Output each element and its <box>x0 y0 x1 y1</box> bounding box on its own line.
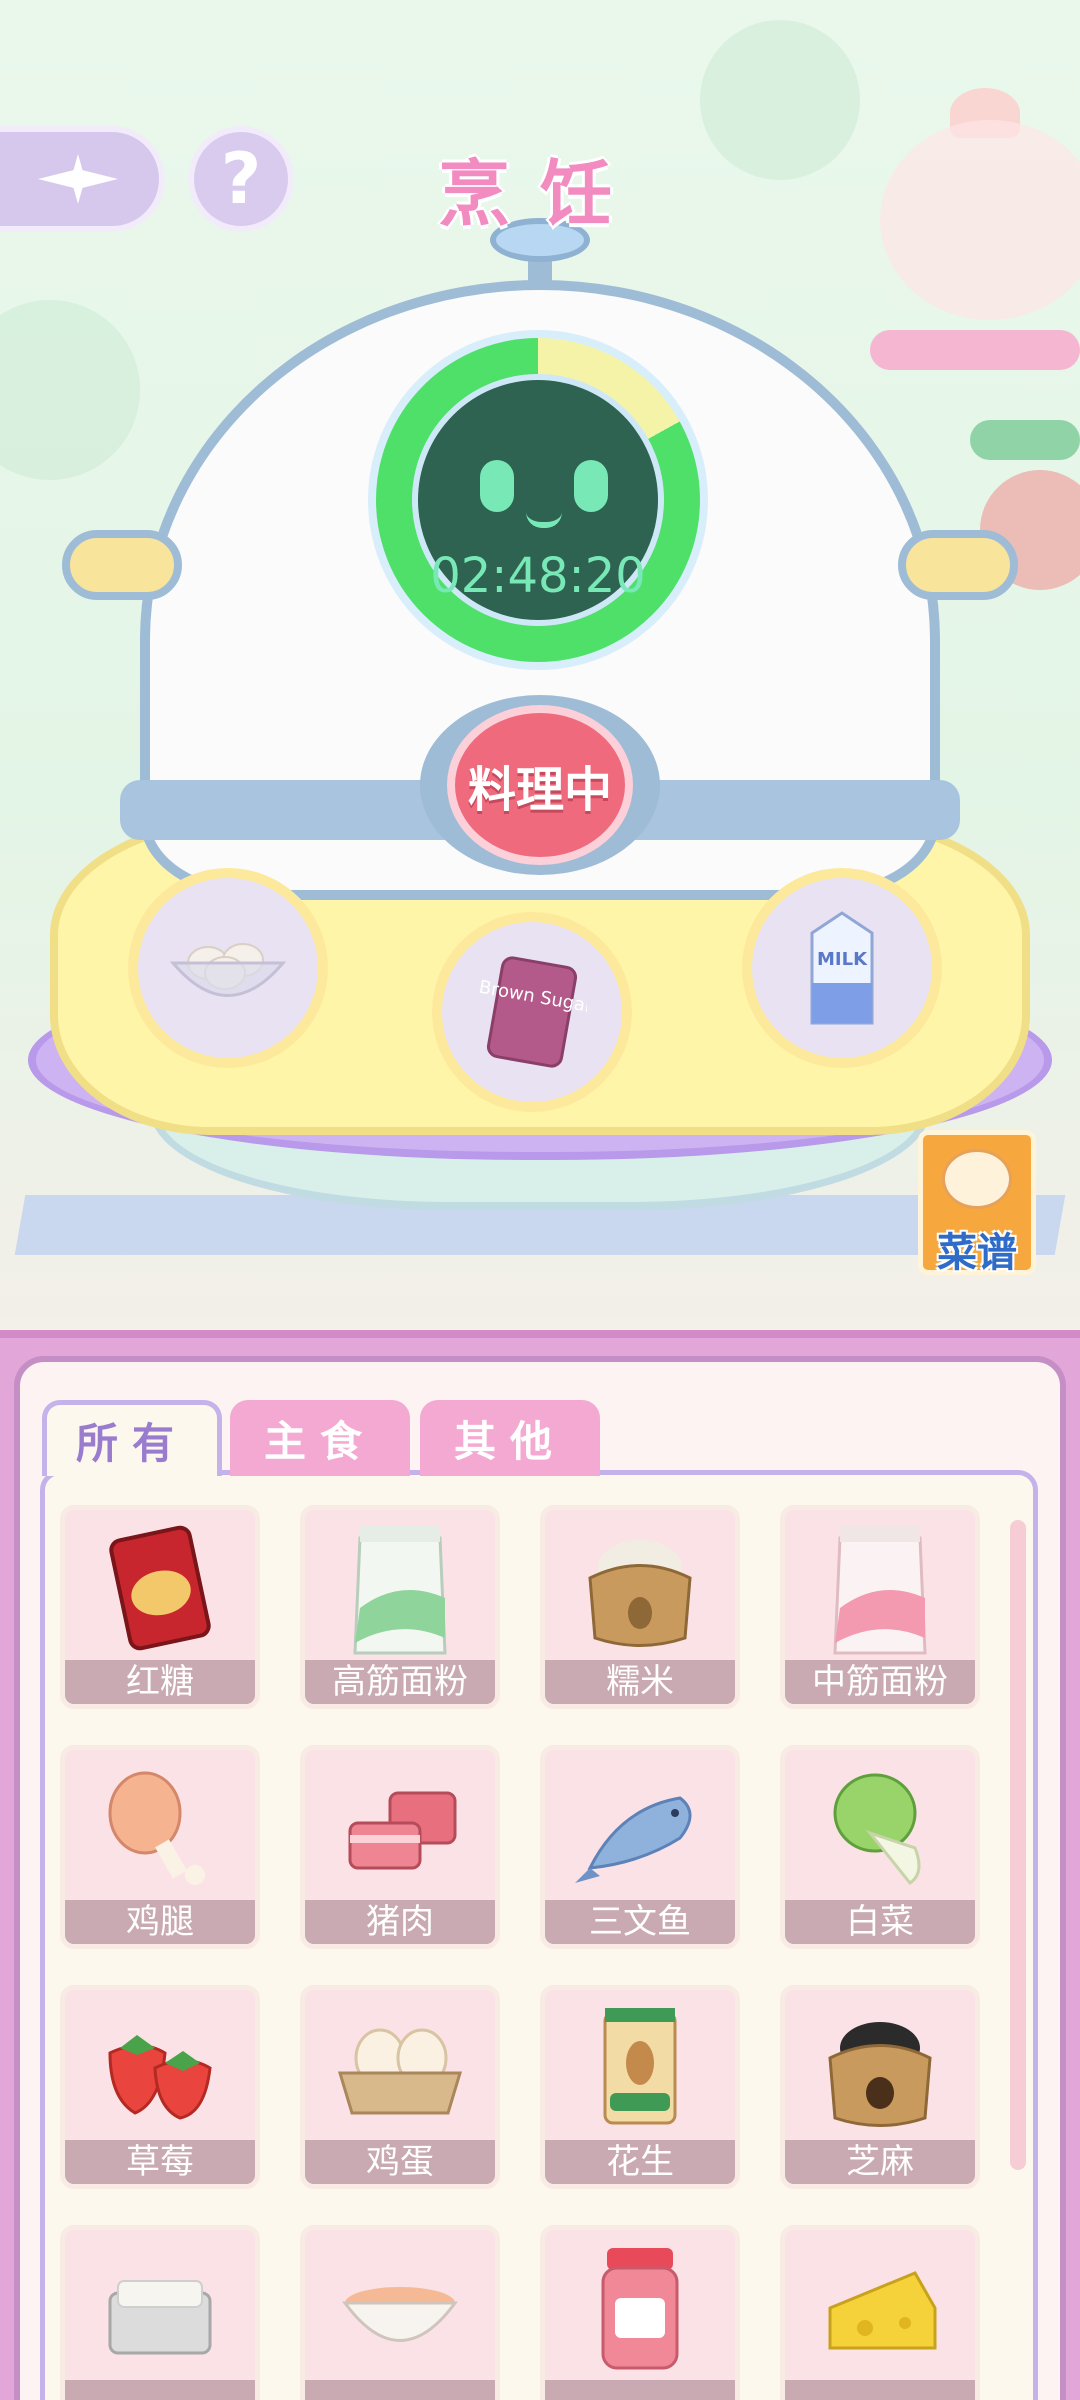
timer-text: 02:48:20 <box>430 548 646 604</box>
ingredient-label: 花生 <box>545 2140 735 2184</box>
ingredient-item[interactable]: 花生 <box>540 1985 740 2189</box>
ingredient-item[interactable]: 鸡蛋 <box>300 1985 500 2189</box>
ingredient-label: 糯米 <box>545 1660 735 1704</box>
ingredient-label <box>785 2380 975 2400</box>
ingredient-item[interactable]: 猪肉 <box>300 1745 500 1949</box>
tab-all[interactable]: 所有 <box>42 1400 222 1476</box>
page-title: 烹饪 <box>437 152 642 236</box>
tofu-icon <box>90 2238 230 2378</box>
tab-staple[interactable]: 主食 <box>230 1400 410 1476</box>
ingredient-slot-3[interactable]: MILK <box>742 868 942 1068</box>
cook-button[interactable]: 料理中 <box>447 705 633 865</box>
ingredient-label: 鸡腿 <box>65 1900 255 1944</box>
milk-text: MILK <box>817 949 868 970</box>
face-eye-left <box>480 460 514 512</box>
ingredient-label <box>545 2380 735 2400</box>
ingredient-slot-2[interactable]: Brown Sugar <box>432 912 632 1112</box>
peanut-icon <box>570 1998 710 2138</box>
recipe-book-label: 菜谱 <box>937 1230 1017 1276</box>
brown-sugar-icon <box>90 1518 230 1658</box>
brown-sugar-bag-icon: Brown Sugar <box>477 956 587 1068</box>
ingredient-label: 猪肉 <box>305 1900 495 1944</box>
inventory-scrollbar[interactable] <box>1010 1520 1026 2170</box>
bg-flower <box>0 300 140 480</box>
sesame-icon <box>810 1998 950 2138</box>
ingredient-item[interactable]: 红糖 <box>60 1505 260 1709</box>
ingredient-label: 红糖 <box>65 1660 255 1704</box>
drumstick-icon <box>90 1758 230 1898</box>
ingredient-item[interactable]: 三文鱼 <box>540 1745 740 1949</box>
cook-button-housing: 料理中 <box>420 695 660 875</box>
shelf-decoration <box>870 330 1080 370</box>
ingredient-label: 芝麻 <box>785 2140 975 2184</box>
machine-handle-right <box>898 530 1018 600</box>
cheese-icon <box>810 2238 950 2378</box>
ingredient-item[interactable]: 糯米 <box>540 1505 740 1709</box>
recipe-book-button[interactable]: 菜谱 <box>918 1130 1036 1276</box>
ingredient-label: 草莓 <box>65 2140 255 2184</box>
ingredient-item[interactable] <box>780 2225 980 2400</box>
ingredient-label: 高筋面粉 <box>305 1660 495 1704</box>
eggs-icon <box>330 1998 470 2138</box>
ingredient-item[interactable]: 高筋面粉 <box>300 1505 500 1709</box>
face-mouth <box>526 512 562 528</box>
soup-bowl-icon <box>330 2238 470 2378</box>
shelf-decoration <box>970 420 1080 460</box>
timer-progress-ring: 02:48:20 <box>368 330 708 670</box>
ingredient-label <box>305 2380 495 2400</box>
face-eye-right <box>574 460 608 512</box>
ingredient-slot-1[interactable] <box>128 868 328 1068</box>
ingredient-item[interactable]: 鸡腿 <box>60 1745 260 1949</box>
ingredient-label: 中筋面粉 <box>785 1660 975 1704</box>
egg-bowl-icon <box>169 943 287 997</box>
ingredient-label <box>65 2380 255 2400</box>
rice-sack-icon <box>570 1518 710 1658</box>
ingredient-item[interactable]: 草莓 <box>60 1985 260 2189</box>
ingredient-label: 鸡蛋 <box>305 2140 495 2184</box>
ingredient-item[interactable] <box>60 2225 260 2400</box>
salmon-icon <box>570 1758 710 1898</box>
ingredient-item[interactable]: 白菜 <box>780 1745 980 1949</box>
ingredient-label: 三文鱼 <box>545 1900 735 1944</box>
flour-green-icon <box>330 1518 470 1658</box>
machine-handle-left <box>62 530 182 600</box>
ingredient-item[interactable]: 中筋面粉 <box>780 1505 980 1709</box>
ingredient-item[interactable]: 芝麻 <box>780 1985 980 2189</box>
flour-pink-icon <box>810 1518 950 1658</box>
cooking-scene: 02:48:20 料理中 Brown Sugar MILK ? 烹饪 菜谱 <box>0 0 1080 1330</box>
cat-chef-icon <box>942 1149 1012 1209</box>
pork-icon <box>330 1758 470 1898</box>
milk-carton-icon: MILK <box>810 911 874 1025</box>
ingredient-item[interactable] <box>540 2225 740 2400</box>
tab-other[interactable]: 其他 <box>420 1400 600 1476</box>
timer-face: 02:48:20 <box>412 374 664 626</box>
cabbage-icon <box>810 1758 950 1898</box>
ingredient-label: 白菜 <box>785 1900 975 1944</box>
strawberry-icon <box>90 1998 230 2138</box>
jam-jar-icon <box>570 2238 710 2378</box>
ingredient-item[interactable] <box>300 2225 500 2400</box>
